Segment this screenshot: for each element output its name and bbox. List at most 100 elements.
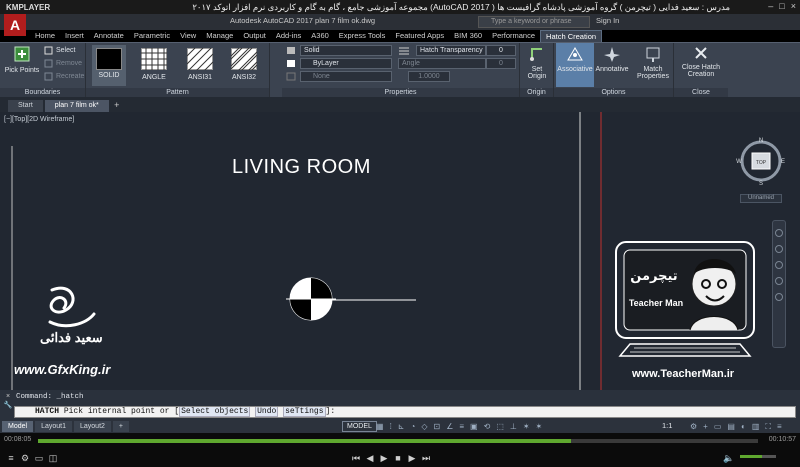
set-origin-button[interactable]: Set Origin [522, 46, 552, 80]
play-icon[interactable]: ▶ [377, 453, 391, 464]
rewind-icon[interactable]: ◀ [363, 453, 377, 464]
match-properties-button[interactable]: Match Properties [632, 46, 674, 80]
ribbon-tab-hatch-creation[interactable]: Hatch Creation [540, 30, 603, 42]
pattern-angle[interactable]: ANGLE [136, 45, 172, 81]
ortho-icon[interactable]: ⊾ [398, 422, 405, 431]
background-color-select[interactable]: None [300, 71, 392, 82]
angle-label[interactable]: Angle [398, 58, 486, 69]
layout-tab-layout2[interactable]: Layout2 [74, 421, 111, 432]
ribbon-tab-annotate[interactable]: Annotate [89, 30, 129, 42]
hatch-type-select[interactable]: Solid [300, 45, 392, 56]
annotation-monitor-icon[interactable]: + [703, 422, 708, 432]
pick-points-button[interactable]: Pick Points [4, 45, 40, 74]
command-window-controls[interactable]: × 🔧 [3, 392, 13, 410]
zoom-icon[interactable] [775, 261, 783, 269]
polar-icon[interactable]: ◔ [411, 422, 416, 431]
pan-icon[interactable] [775, 245, 783, 253]
layout-tab-layout1[interactable]: Layout1 [35, 421, 72, 432]
snap-icon[interactable]: ⁞ [390, 422, 392, 431]
ribbon-tab-a360[interactable]: A360 [306, 30, 334, 42]
seek-bar[interactable] [38, 439, 758, 443]
volume-slider[interactable] [740, 455, 776, 458]
isodraft-icon[interactable]: ◇ [421, 422, 427, 431]
doc-tab-start[interactable]: Start [8, 100, 43, 112]
status-right-icons: ⚙ + ▭ ▤ ◐ ▥ ⛶ ≡ [690, 422, 782, 432]
recreate-button[interactable]: Recreate [44, 72, 84, 81]
select-button[interactable]: Select [44, 46, 75, 55]
remove-button[interactable]: Remove [44, 59, 82, 68]
otrack-icon[interactable]: ∠ [446, 422, 453, 431]
showmotion-icon[interactable] [775, 293, 783, 301]
previous-icon[interactable]: ⏮ [349, 453, 363, 464]
volume-icon[interactable]: 🔈 [722, 453, 736, 464]
ribbon-tab-featured-apps[interactable]: Featured Apps [390, 30, 449, 42]
minimize-icon[interactable]: – [768, 1, 773, 11]
search-input[interactable]: Type a keyword or phrase [478, 16, 590, 28]
application-menu-button[interactable]: A [4, 14, 26, 36]
ribbon-tab-parametric[interactable]: Parametric [129, 30, 175, 42]
sign-in-link[interactable]: Sign In [596, 16, 619, 25]
ribbon-tab-manage[interactable]: Manage [201, 30, 238, 42]
close-hatch-creation-button[interactable]: Close Hatch Creation [676, 46, 726, 78]
scale-value[interactable]: 1.0000 [408, 71, 450, 82]
hatch-transparency-label[interactable]: Hatch Transparency [416, 45, 486, 56]
orbit-icon[interactable] [775, 277, 783, 285]
units-icon[interactable]: ▭ [714, 422, 722, 432]
quick-properties-icon[interactable]: ▤ [727, 422, 735, 432]
playlist-icon[interactable]: ≡ [4, 453, 18, 463]
ribbon-tab-output[interactable]: Output [238, 30, 271, 42]
doc-tab-plan[interactable]: plan 7 film ok* [44, 100, 109, 112]
osnap-icon[interactable]: ⊡ [434, 422, 441, 431]
pattern-ansi31[interactable]: ANSI31 [182, 45, 218, 81]
annotation-scale[interactable]: 1:1 [662, 421, 672, 430]
maximize-icon[interactable]: □ [779, 1, 784, 11]
customization-menu-icon[interactable]: ≡ [777, 422, 782, 432]
close-icon[interactable]: × [791, 1, 796, 11]
new-tab-plus-icon[interactable]: + [111, 100, 123, 112]
transparency-value[interactable]: 0 [486, 45, 516, 56]
ucs-menu[interactable]: Unnamed [740, 194, 782, 203]
capture-icon[interactable]: ◫ [46, 453, 60, 464]
next-icon[interactable]: ⏭ [419, 453, 433, 464]
ribbon-tab-express-tools[interactable]: Express Tools [334, 30, 391, 42]
annotation-visibility-icon[interactable]: ✶ [523, 422, 530, 431]
settings-icon[interactable]: ⚙ [18, 453, 32, 464]
layout-tab-model[interactable]: Model [2, 421, 34, 432]
add-layout-plus-icon[interactable]: + [112, 421, 130, 432]
command-line-input[interactable]: HATCH Pick internal point or [Select obj… [14, 406, 796, 418]
subtitle-icon[interactable]: ▭ [32, 453, 46, 464]
associative-toggle[interactable]: Associative [556, 43, 594, 87]
hardware-acceleration-icon[interactable]: ▥ [752, 422, 760, 432]
ribbon-tab-insert[interactable]: Insert [60, 30, 89, 42]
angle-value[interactable]: 0 [486, 58, 516, 69]
ribbon-tab-bim-360[interactable]: BIM 360 [449, 30, 487, 42]
lineweight-icon[interactable]: ≡ [459, 422, 464, 431]
option-settings[interactable]: seTtings [283, 407, 326, 417]
steering-wheel-icon[interactable] [775, 229, 783, 237]
ribbon-tab-performance[interactable]: Performance [487, 30, 540, 42]
ribbon-tab-view[interactable]: View [175, 30, 201, 42]
viewcube[interactable]: TOP N S E W [736, 136, 786, 186]
forward-icon[interactable]: ▶ [405, 453, 419, 464]
hatch-color-select[interactable]: ByLayer [300, 58, 392, 69]
stop-icon[interactable]: ■ [391, 453, 405, 463]
isolate-objects-icon[interactable]: ◐ [741, 422, 746, 432]
dynamic-ucs-icon[interactable]: ⊥ [510, 422, 517, 431]
workspace-gear-icon[interactable]: ⚙ [690, 422, 697, 432]
autoscale-icon[interactable]: ✶ [536, 422, 543, 431]
ribbon-tab-home[interactable]: Home [30, 30, 60, 42]
3dosnap-icon[interactable]: ⬚ [496, 422, 504, 431]
pattern-solid[interactable]: SOLID [92, 45, 126, 86]
option-select-objects[interactable]: Select objects [179, 407, 251, 417]
annotative-toggle[interactable]: Annotative [594, 46, 630, 73]
drawing-canvas[interactable]: [−][Top][2D Wireframe] LIVING ROOM TOP N… [0, 112, 800, 390]
model-space-button[interactable]: MODEL [342, 421, 377, 432]
navigation-bar[interactable] [772, 220, 786, 348]
clean-screen-icon[interactable]: ⛶ [765, 422, 771, 432]
option-undo[interactable]: Undo [255, 407, 279, 417]
pattern-ansi32[interactable]: ANSI32 [226, 45, 262, 81]
ribbon-tab-add-ins[interactable]: Add-ins [271, 30, 306, 42]
transparency-status-icon[interactable]: ▣ [470, 422, 478, 431]
selection-cycling-icon[interactable]: ⟲ [484, 422, 491, 431]
grid-icon[interactable]: ▦ [376, 422, 384, 431]
